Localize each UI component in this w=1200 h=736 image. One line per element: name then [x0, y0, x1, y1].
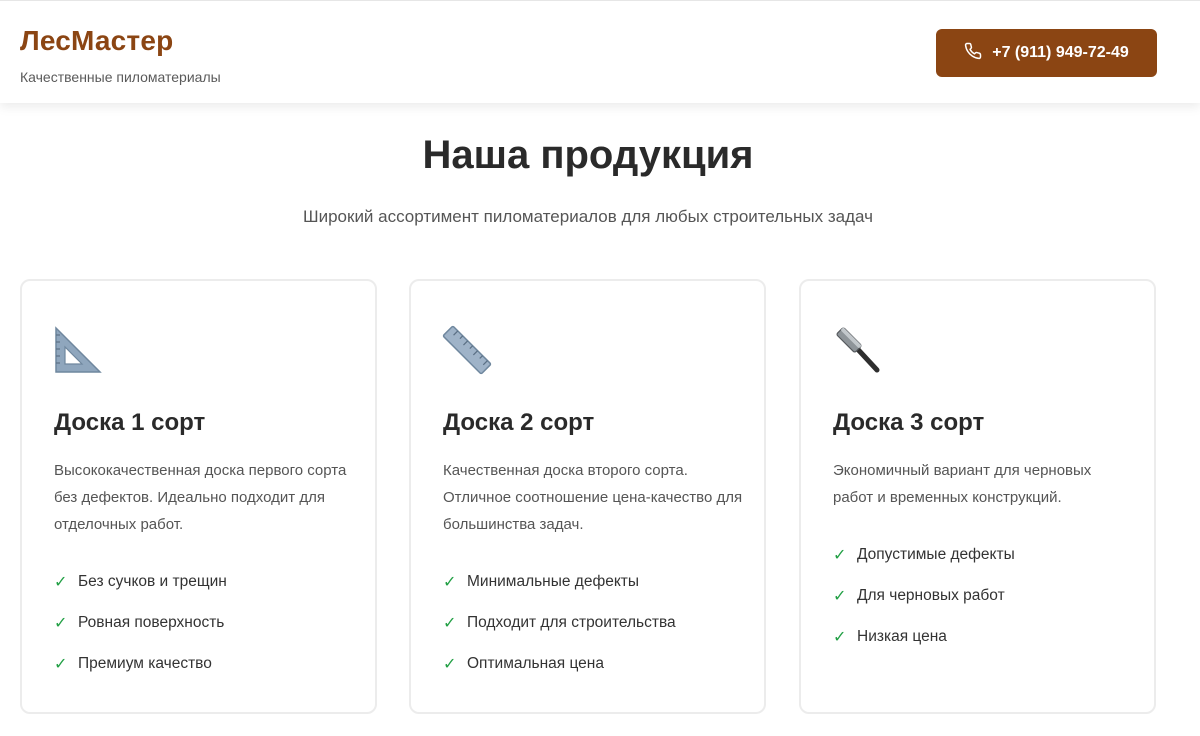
product-card-grade-3[interactable]: Доска 3 сорт Экономичный вариант для чер… [799, 279, 1156, 714]
section-title: Наша продукция [422, 133, 754, 177]
triangular-ruler-icon [53, 325, 103, 375]
hammer-icon [832, 325, 882, 375]
feature-list: ✓ Минимальные дефекты ✓ Подходит для строи… [443, 561, 676, 684]
feature-list: ✓ Допустимые дефекты ✓ Для черновых работ … [833, 534, 1015, 657]
feature-item: ✓ Минимальные дефекты [443, 572, 640, 591]
product-description: Высококачественная доска первого сорта б… [54, 462, 347, 533]
check-icon: ✓ [54, 655, 68, 673]
product-description: Экономичный вариант для черновых работ и… [833, 462, 1092, 506]
feature-item: ✓ Допустимые дефекты [833, 545, 1015, 564]
feature-item: ✓ Подходит для строительства [443, 613, 676, 632]
products-section: Наша продукция Широкий ассортимент пилом… [0, 103, 1200, 736]
section-subtitle: Широкий ассортимент пиломатериалов для л… [303, 207, 873, 226]
check-icon: ✓ [833, 587, 847, 605]
product-title: Доска 3 сорт [833, 409, 985, 436]
check-icon: ✓ [54, 573, 68, 591]
product-title: Доска 1 сорт [54, 409, 206, 436]
check-icon: ✓ [54, 614, 68, 632]
tagline: Качественные пиломатериалы [20, 69, 221, 85]
product-title: Доска 2 сорт [443, 409, 595, 436]
check-icon: ✓ [833, 628, 847, 646]
feature-item: ✓ Низкая цена [833, 627, 947, 646]
feature-item: ✓ Оптимальная цена [443, 654, 604, 673]
feature-item: ✓ Премиум качество [54, 654, 212, 673]
straight-ruler-icon [442, 325, 492, 375]
site-header: ЛесМастер Качественные пиломатериалы +7 … [0, 0, 1200, 103]
feature-item: ✓ Ровная поверхность [54, 613, 225, 632]
check-icon: ✓ [443, 614, 457, 632]
feature-list: ✓ Без сучков и трещин ✓ Ровная поверхность… [54, 561, 227, 684]
phone-button[interactable]: +7 (911) 949-72-49 [936, 29, 1157, 77]
check-icon: ✓ [443, 573, 457, 591]
product-card-grade-1[interactable]: Доска 1 сорт Высококачественная доска пе… [20, 279, 377, 714]
check-icon: ✓ [443, 655, 457, 673]
product-card-grade-2[interactable]: Доска 2 сорт Качественная доска второго … [409, 279, 766, 714]
phone-number: +7 (911) 949-72-49 [992, 44, 1129, 61]
phone-icon [964, 42, 982, 65]
product-description: Качественная доска второго сорта. Отличн… [443, 462, 743, 533]
feature-item: ✓ Для черновых работ [833, 586, 1005, 605]
feature-item: ✓ Без сучков и трещин [54, 572, 227, 591]
logo[interactable]: ЛесМастер [20, 25, 173, 57]
check-icon: ✓ [833, 546, 847, 564]
